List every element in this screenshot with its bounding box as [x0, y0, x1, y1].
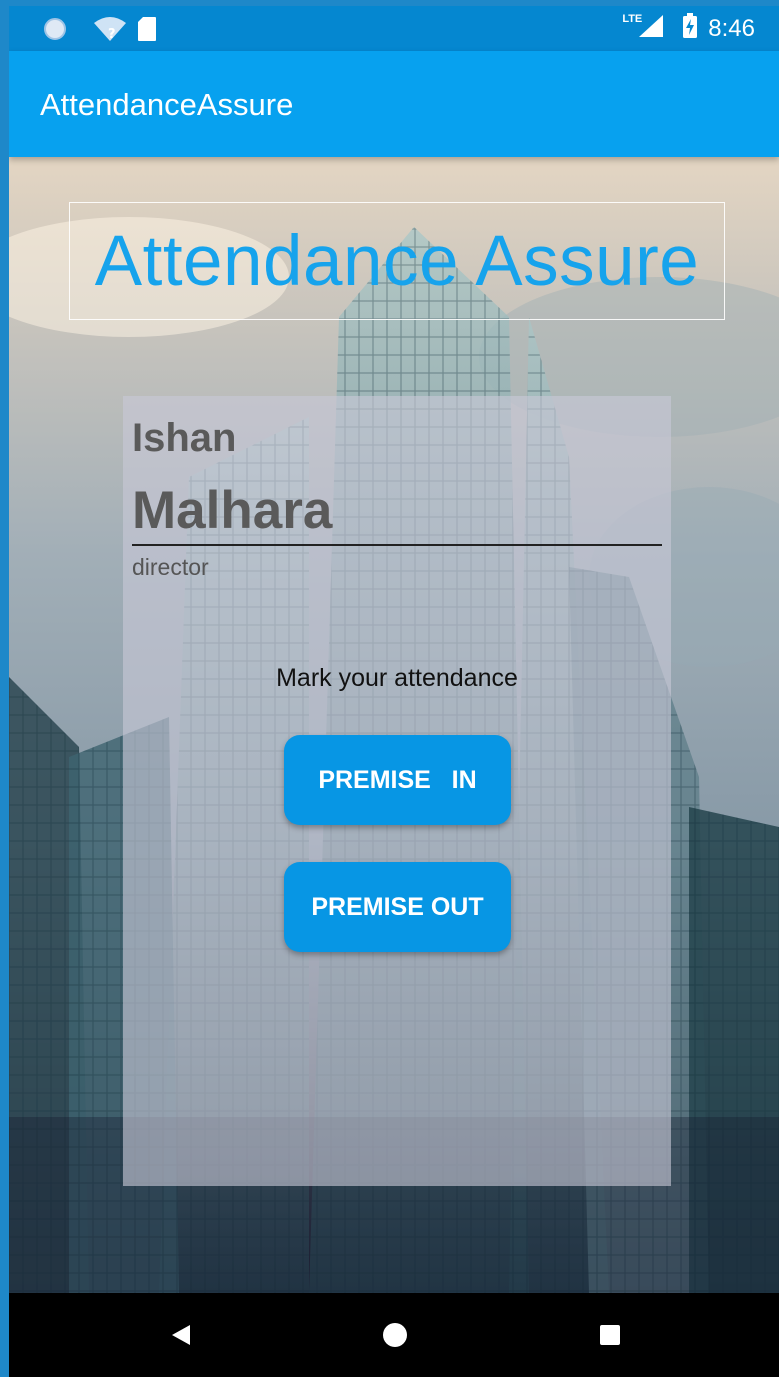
user-last-name: Malhara — [132, 481, 333, 540]
sd-card-icon — [137, 6, 157, 51]
main-content: Attendance Assure Ishan Malhara director… — [9, 157, 779, 1293]
svg-text:?: ? — [108, 27, 116, 42]
mark-attendance-label: Mark your attendance — [276, 664, 518, 692]
recents-icon[interactable] — [580, 1293, 640, 1377]
banner-title-box: Attendance Assure — [69, 202, 725, 320]
app-bar: AttendanceAssure — [9, 51, 779, 157]
app-title: AttendanceAssure — [40, 87, 294, 122]
status-right-group: LTE 8:46 — [622, 6, 755, 51]
name-divider — [132, 544, 662, 546]
banner-title: Attendance Assure — [94, 221, 700, 301]
wifi-unknown-icon: ? — [93, 6, 127, 51]
back-icon[interactable] — [151, 1293, 211, 1377]
user-role: director — [132, 554, 209, 580]
status-bar: ? LTE 8:46 — [9, 6, 779, 51]
home-icon[interactable] — [365, 1293, 425, 1377]
clock: 8:46 — [708, 14, 755, 42]
attendance-card: Ishan Malhara director Mark your attenda… — [123, 396, 671, 1186]
premise-in-button[interactable]: PREMISE IN — [284, 735, 511, 825]
premise-out-button[interactable]: PREMISE OUT — [284, 862, 511, 952]
navigation-bar — [9, 1293, 779, 1377]
user-first-name: Ishan — [132, 416, 237, 460]
circle-status-icon — [43, 6, 67, 51]
network-type-label: LTE — [622, 12, 643, 25]
phone-screen: ? LTE 8:46 AttendanceAssure Attendance A… — [9, 6, 779, 1377]
battery-charging-icon — [682, 13, 698, 44]
